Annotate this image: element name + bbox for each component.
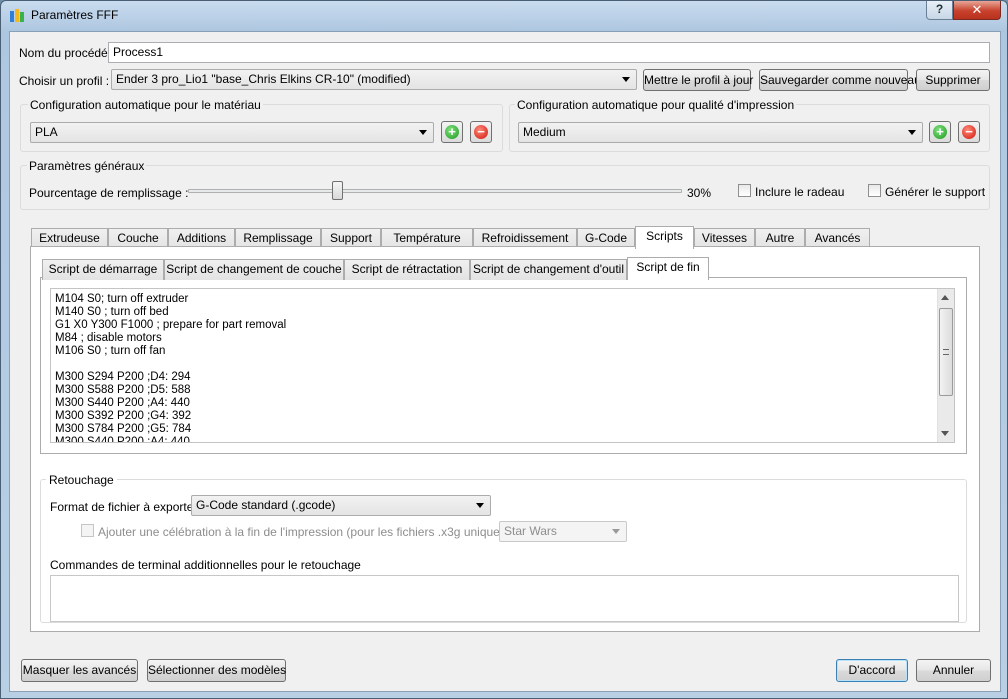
add-material-button[interactable]: + (441, 121, 463, 143)
subtab-4[interactable]: Script de fin (627, 257, 709, 280)
quality-select[interactable]: Medium (518, 122, 923, 143)
chevron-down-icon (622, 77, 630, 82)
help-icon: ? (935, 2, 944, 16)
hide-advanced-button[interactable]: Masquer les avancés (21, 659, 138, 682)
plus-icon: + (933, 125, 947, 139)
subtab-2[interactable]: Script de rétractation (344, 259, 470, 280)
quality-group-label: Configuration automatique pour qualité d… (515, 98, 797, 112)
remove-material-button[interactable]: − (470, 121, 492, 143)
celebration-label: Ajouter une célébration à la fin de l'im… (98, 525, 531, 539)
close-button[interactable]: ✕ (953, 1, 1001, 20)
grip-icon (943, 349, 949, 355)
update-profile-button[interactable]: Mettre le profil à jour (643, 69, 753, 91)
postprocess-group-label: Retouchage (46, 473, 117, 487)
add-quality-button[interactable]: + (929, 121, 951, 143)
support-label: Générer le support (885, 185, 986, 199)
profile-selected: Ender 3 pro_Lio1 "base_Chris Elkins CR-1… (116, 72, 411, 86)
scroll-down-icon[interactable] (941, 431, 949, 436)
chevron-down-icon (476, 503, 484, 508)
settings-window: Paramètres FFF ? ✕ Nom du procédé : Proc… (0, 0, 1008, 699)
export-format-label: Format de fichier à exporter (50, 500, 198, 514)
export-format-select[interactable]: G-Code standard (.gcode) (191, 495, 491, 516)
minus-icon: − (474, 125, 488, 139)
process-name-input[interactable]: Process1 (108, 42, 990, 63)
celebration-song-select[interactable]: Star Wars (499, 521, 627, 542)
chevron-down-icon (612, 529, 620, 534)
celebration-song-selected: Star Wars (504, 524, 557, 538)
script-scrollbar[interactable] (937, 289, 954, 442)
app-icon (10, 9, 24, 22)
profile-select[interactable]: Ender 3 pro_Lio1 "base_Chris Elkins CR-1… (111, 69, 637, 90)
material-group-label: Configuration automatique pour le matéri… (28, 98, 263, 112)
terminal-commands-label: Commandes de terminal additionnelles pou… (50, 558, 361, 572)
scroll-thumb[interactable] (939, 308, 953, 396)
dialog-body: Nom du procédé : Process1 Choisir un pro… (9, 31, 1001, 692)
infill-slider-track[interactable] (188, 189, 682, 193)
end-script-editor[interactable]: M104 S0; turn off extruder M140 S0 ; tur… (50, 288, 955, 443)
subtab-0[interactable]: Script de démarrage (42, 259, 164, 280)
minus-icon: − (962, 125, 976, 139)
chevron-down-icon (419, 130, 427, 135)
title-bar[interactable]: Paramètres FFF ? ✕ (1, 1, 1007, 31)
profile-label: Choisir un profil : (19, 74, 110, 88)
export-format-selected: G-Code standard (.gcode) (196, 498, 336, 512)
subtab-1[interactable]: Script de changement de couche (164, 259, 344, 280)
general-group-label: Paramètres généraux (27, 159, 147, 173)
remove-quality-button[interactable]: − (958, 121, 980, 143)
ok-button[interactable]: D'accord (836, 659, 908, 682)
save-as-new-button[interactable]: Sauvegarder comme nouveau (759, 69, 921, 91)
infill-slider-handle[interactable] (332, 181, 344, 200)
infill-label: Pourcentage de remplissage : (29, 186, 189, 200)
infill-value: 30% (687, 186, 712, 200)
end-script-text: M104 S0; turn off extruder M140 S0 ; tur… (55, 293, 287, 443)
material-selected: PLA (35, 125, 58, 139)
delete-profile-button[interactable]: Supprimer (916, 69, 990, 91)
tab-scripts[interactable]: Scripts (635, 226, 694, 249)
subtab-3[interactable]: Script de changement d'outil (470, 259, 627, 280)
support-checkbox[interactable] (868, 184, 881, 197)
celebration-checkbox[interactable] (81, 524, 94, 537)
quality-selected: Medium (523, 125, 566, 139)
raft-checkbox[interactable] (738, 184, 751, 197)
window-title: Paramètres FFF (31, 8, 119, 22)
terminal-commands-input[interactable] (50, 575, 959, 622)
process-name-value: Process1 (113, 45, 164, 59)
material-select[interactable]: PLA (30, 122, 434, 143)
close-icon: ✕ (971, 2, 983, 17)
chevron-down-icon (908, 130, 916, 135)
cancel-button[interactable]: Annuler (916, 659, 991, 682)
help-button[interactable]: ? (926, 1, 953, 20)
raft-label: Inclure le radeau (755, 185, 845, 199)
select-models-button[interactable]: Sélectionner des modèles (147, 659, 286, 682)
plus-icon: + (445, 125, 459, 139)
process-name-label: Nom du procédé : (19, 46, 115, 60)
scroll-up-icon[interactable] (941, 295, 949, 300)
